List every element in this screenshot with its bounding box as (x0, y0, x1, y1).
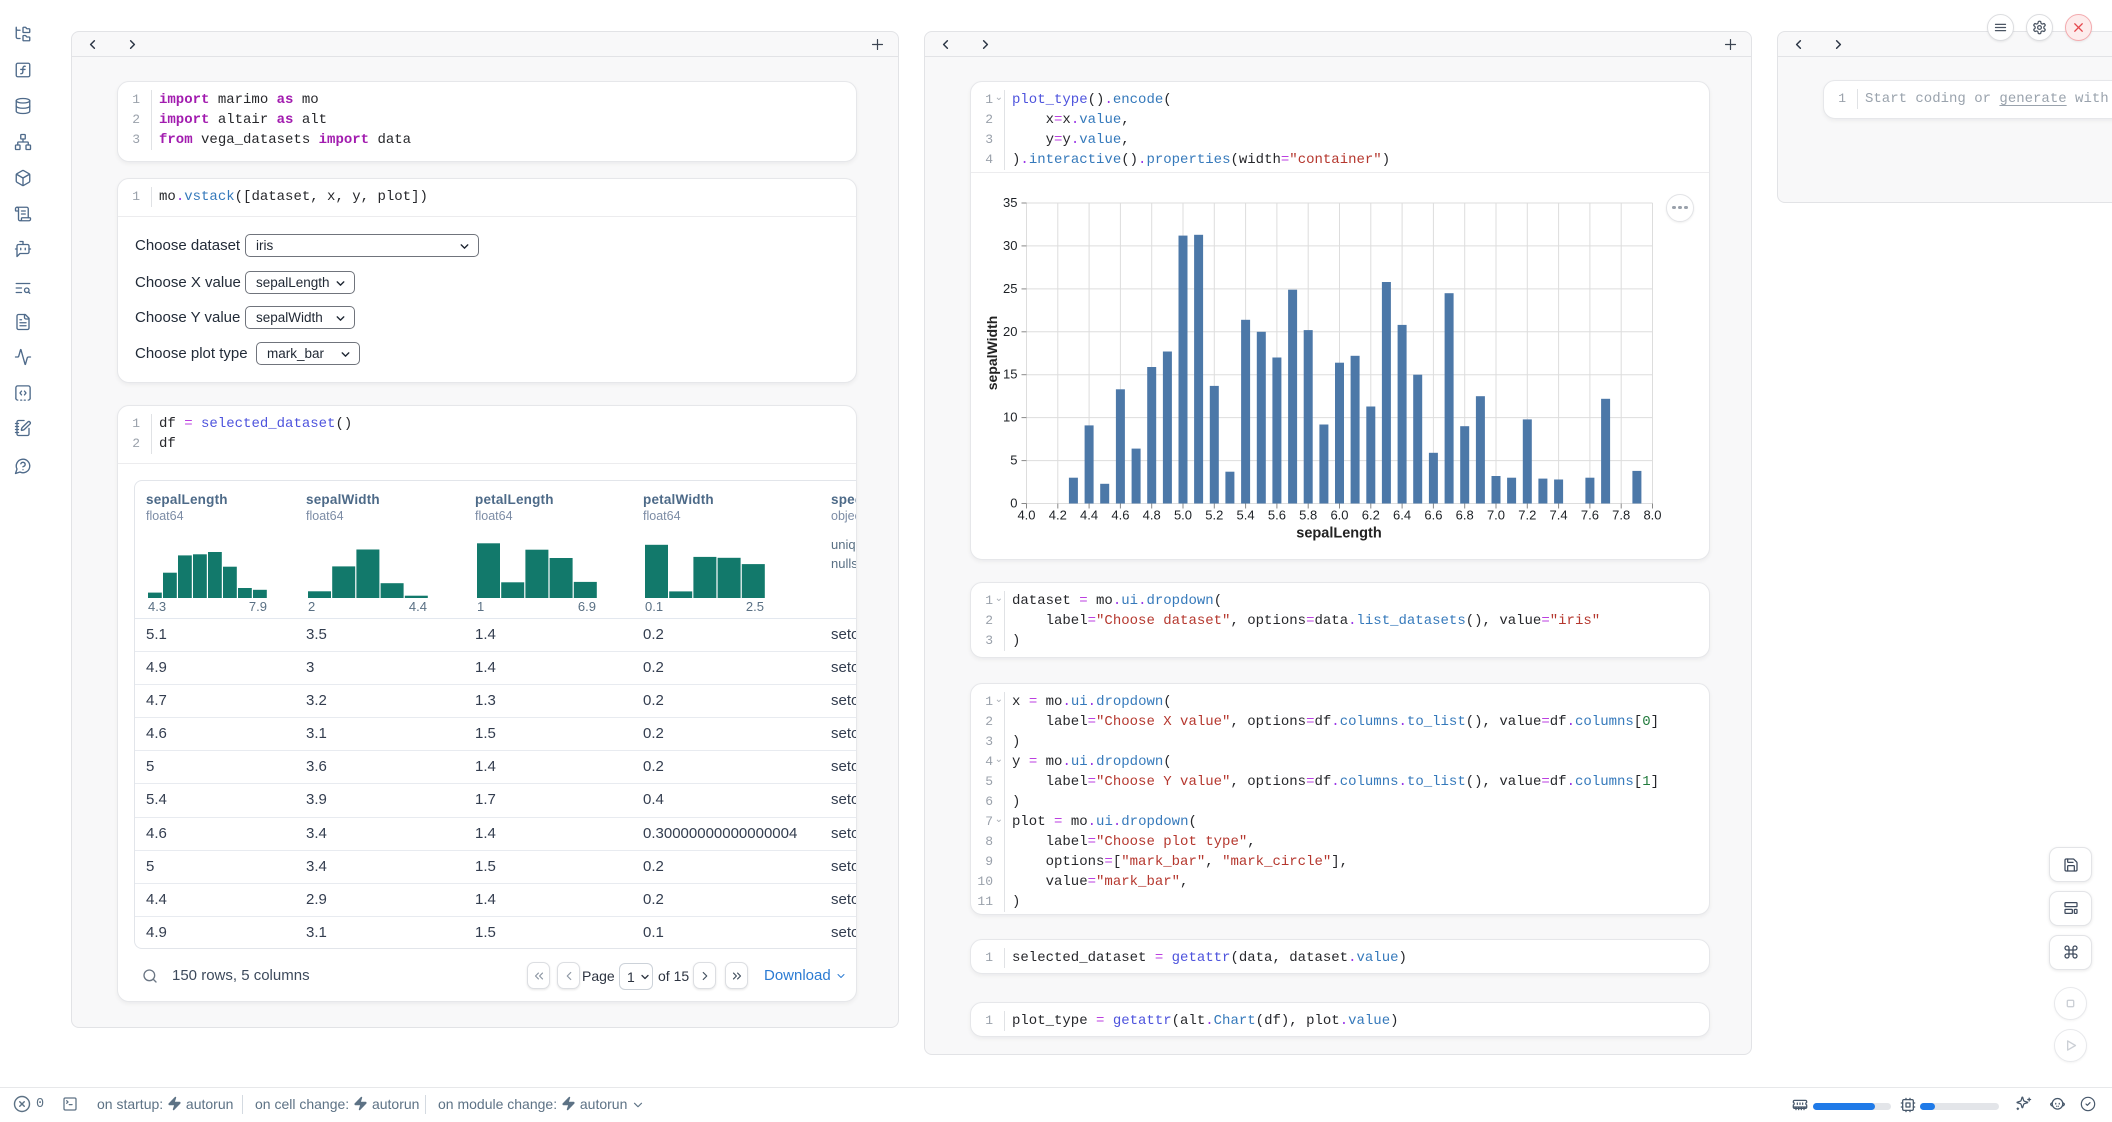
svg-text:7.8: 7.8 (1612, 508, 1630, 523)
svg-text:5.4: 5.4 (1237, 508, 1255, 523)
svg-text:6.4: 6.4 (1393, 508, 1411, 523)
svg-text:5.8: 5.8 (1299, 508, 1317, 523)
svg-text:25: 25 (1003, 281, 1017, 296)
svg-text:7.2: 7.2 (1518, 508, 1536, 523)
svg-text:sepalLength: sepalLength (1296, 526, 1381, 542)
svg-text:7.0: 7.0 (1487, 508, 1505, 523)
svg-text:4.4: 4.4 (1080, 508, 1098, 523)
svg-text:4.8: 4.8 (1143, 508, 1161, 523)
svg-text:6.8: 6.8 (1456, 508, 1474, 523)
svg-text:30: 30 (1003, 238, 1017, 253)
svg-text:5.0: 5.0 (1174, 508, 1192, 523)
svg-text:6.2: 6.2 (1362, 508, 1380, 523)
svg-text:7.6: 7.6 (1581, 508, 1599, 523)
svg-text:5.2: 5.2 (1205, 508, 1223, 523)
svg-text:10: 10 (1003, 410, 1017, 425)
svg-text:15: 15 (1003, 367, 1017, 382)
svg-text:5: 5 (1010, 453, 1017, 468)
svg-text:7.4: 7.4 (1550, 508, 1568, 523)
svg-text:35: 35 (1003, 195, 1017, 210)
svg-text:4.6: 4.6 (1111, 508, 1129, 523)
svg-text:0: 0 (1010, 496, 1017, 511)
svg-text:4.2: 4.2 (1049, 508, 1067, 523)
svg-text:4.0: 4.0 (1017, 508, 1035, 523)
svg-text:6.6: 6.6 (1424, 508, 1442, 523)
svg-text:sepalWidth: sepalWidth (984, 316, 1000, 391)
svg-text:20: 20 (1003, 324, 1017, 339)
svg-text:5.6: 5.6 (1268, 508, 1286, 523)
svg-text:8.0: 8.0 (1643, 508, 1661, 523)
svg-text:6.0: 6.0 (1330, 508, 1348, 523)
